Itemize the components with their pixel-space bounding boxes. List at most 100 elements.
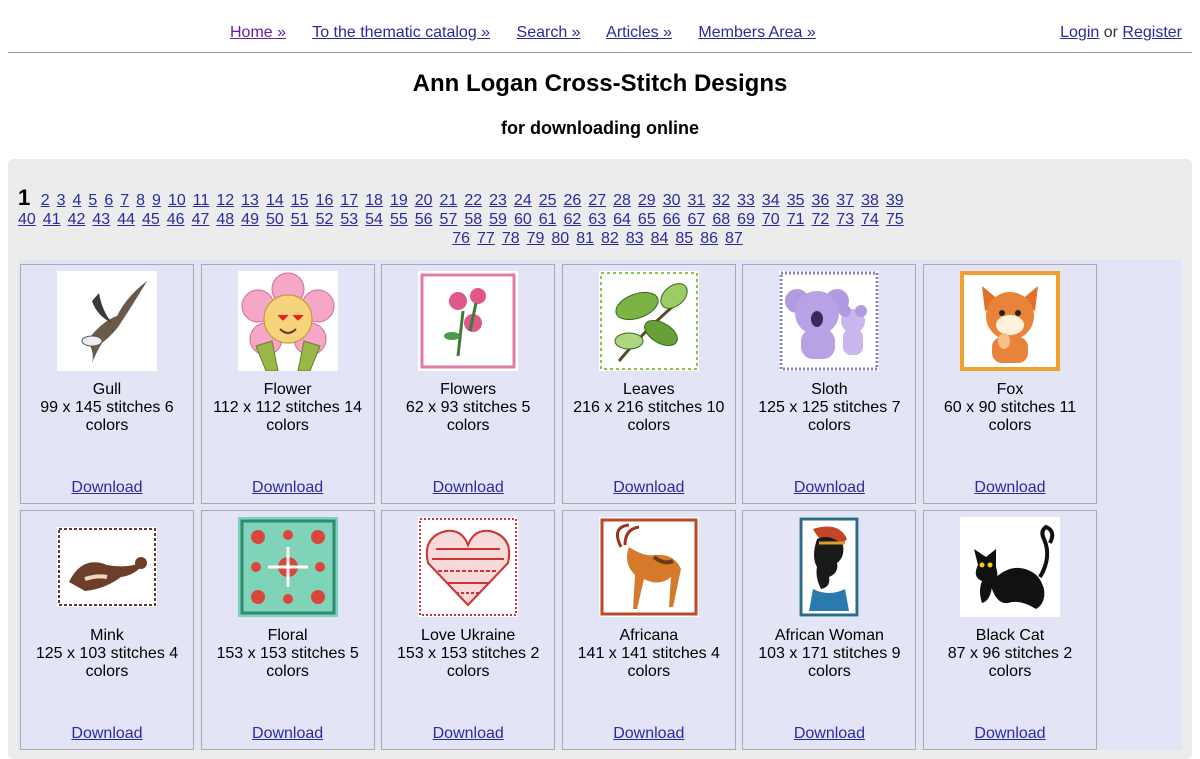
page-link[interactable]: 69	[737, 211, 755, 228]
page-link[interactable]: 32	[712, 192, 730, 209]
page-link[interactable]: 17	[340, 192, 358, 209]
page-link[interactable]: 87	[725, 230, 743, 247]
page-link[interactable]: 67	[688, 211, 706, 228]
page-link[interactable]: 54	[365, 211, 383, 228]
page-link[interactable]: 12	[216, 192, 234, 209]
page-link[interactable]: 58	[464, 211, 482, 228]
page-link[interactable]: 29	[638, 192, 656, 209]
page-link[interactable]: 4	[73, 192, 82, 209]
download-link[interactable]: Download	[794, 725, 865, 742]
page-link[interactable]: 5	[88, 192, 97, 209]
login-link[interactable]: Login	[1060, 24, 1099, 41]
page-link[interactable]: 46	[167, 211, 185, 228]
page-link[interactable]: 36	[811, 192, 829, 209]
page-link[interactable]: 72	[812, 211, 830, 228]
page-link[interactable]: 23	[489, 192, 507, 209]
page-link[interactable]: 80	[551, 230, 569, 247]
download-link[interactable]: Download	[252, 479, 323, 496]
page-link[interactable]: 62	[564, 211, 582, 228]
page-link[interactable]: 43	[92, 211, 110, 228]
flowers-icon[interactable]	[418, 271, 519, 371]
koala-icon[interactable]	[779, 271, 880, 371]
page-link[interactable]: 28	[613, 192, 631, 209]
page-link[interactable]: 75	[886, 211, 904, 228]
page-link[interactable]: 55	[390, 211, 408, 228]
page-link[interactable]: 50	[266, 211, 284, 228]
page-link[interactable]: 68	[712, 211, 730, 228]
page-link[interactable]: 25	[539, 192, 557, 209]
page-link[interactable]: 38	[861, 192, 879, 209]
page-link[interactable]: 76	[452, 230, 470, 247]
page-link[interactable]: 60	[514, 211, 532, 228]
download-link[interactable]: Download	[613, 725, 684, 742]
page-link[interactable]: 63	[588, 211, 606, 228]
page-link[interactable]: 84	[651, 230, 669, 247]
page-link[interactable]: 40	[18, 211, 36, 228]
page-link[interactable]: 34	[762, 192, 780, 209]
page-link[interactable]: 11	[193, 192, 210, 209]
cat-icon[interactable]	[960, 517, 1060, 617]
download-link[interactable]: Download	[71, 479, 142, 496]
floral-icon[interactable]	[237, 517, 338, 617]
nav-search-link[interactable]: Search »	[517, 24, 581, 41]
page-link[interactable]: 59	[489, 211, 507, 228]
page-link[interactable]: 7	[120, 192, 129, 209]
download-link[interactable]: Download	[71, 725, 142, 742]
page-link[interactable]: 14	[266, 192, 284, 209]
page-link[interactable]: 82	[601, 230, 619, 247]
page-link[interactable]: 56	[415, 211, 433, 228]
page-link[interactable]: 64	[613, 211, 631, 228]
download-link[interactable]: Download	[433, 725, 504, 742]
download-link[interactable]: Download	[974, 479, 1045, 496]
page-link[interactable]: 74	[861, 211, 879, 228]
page-link[interactable]: 79	[527, 230, 545, 247]
page-link[interactable]: 73	[836, 211, 854, 228]
download-link[interactable]: Download	[252, 725, 323, 742]
page-link[interactable]: 51	[291, 211, 309, 228]
page-link[interactable]: 21	[440, 192, 458, 209]
page-link[interactable]: 48	[216, 211, 234, 228]
register-link[interactable]: Register	[1122, 24, 1182, 41]
page-link[interactable]: 15	[291, 192, 309, 209]
page-link[interactable]: 85	[675, 230, 693, 247]
download-link[interactable]: Download	[433, 479, 504, 496]
page-link[interactable]: 41	[43, 211, 61, 228]
page-link[interactable]: 19	[390, 192, 408, 209]
page-link[interactable]: 22	[464, 192, 482, 209]
page-link[interactable]: 61	[539, 211, 557, 228]
page-link[interactable]: 71	[787, 211, 805, 228]
page-link[interactable]: 78	[502, 230, 520, 247]
page-link[interactable]: 13	[241, 192, 259, 209]
page-link[interactable]: 26	[564, 192, 582, 209]
page-link[interactable]: 49	[241, 211, 259, 228]
page-link[interactable]: 42	[68, 211, 86, 228]
page-link[interactable]: 53	[340, 211, 358, 228]
nav-home-link[interactable]: Home »	[230, 24, 286, 41]
page-link[interactable]: 37	[836, 192, 854, 209]
nav-catalog-link[interactable]: To the thematic catalog »	[312, 24, 490, 41]
antelope-icon[interactable]	[598, 517, 699, 617]
page-link[interactable]: 2	[41, 192, 50, 209]
page-link[interactable]: 18	[365, 192, 383, 209]
nav-articles-link[interactable]: Articles »	[606, 24, 672, 41]
page-link[interactable]: 20	[415, 192, 433, 209]
page-link[interactable]: 24	[514, 192, 532, 209]
page-link[interactable]: 31	[688, 192, 706, 209]
page-link[interactable]: 47	[192, 211, 210, 228]
page-link[interactable]: 45	[142, 211, 160, 228]
page-link[interactable]: 8	[136, 192, 145, 209]
page-link[interactable]: 27	[588, 192, 606, 209]
page-link[interactable]: 16	[316, 192, 334, 209]
page-link[interactable]: 86	[700, 230, 718, 247]
woman-icon[interactable]	[779, 517, 879, 617]
page-link[interactable]: 35	[787, 192, 805, 209]
page-link[interactable]: 6	[104, 192, 113, 209]
page-link[interactable]: 65	[638, 211, 656, 228]
page-link[interactable]: 39	[886, 192, 904, 209]
fox-icon[interactable]	[960, 271, 1060, 371]
download-link[interactable]: Download	[613, 479, 684, 496]
page-link[interactable]: 30	[663, 192, 681, 209]
page-link[interactable]: 81	[576, 230, 594, 247]
page-link[interactable]: 9	[152, 192, 161, 209]
page-link[interactable]: 77	[477, 230, 495, 247]
